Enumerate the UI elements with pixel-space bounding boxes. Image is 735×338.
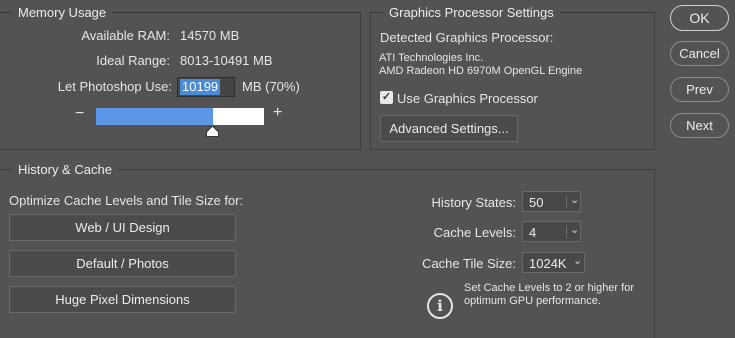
let-photoshop-use-value: 10199 (180, 79, 221, 95)
available-ram-label: Available RAM: (81, 28, 170, 43)
cache-tile-size-dropdown[interactable]: 1024K ⌄ (522, 252, 585, 273)
cache-tile-size-label: Cache Tile Size: (422, 256, 516, 271)
increase-memory-icon[interactable]: + (273, 104, 282, 122)
info-icon: i (427, 293, 453, 319)
gpu-vendor: ATI Technologies Inc. (379, 52, 484, 64)
chevron-down-icon: ⌄ (573, 255, 583, 267)
history-states-value: 50 (529, 195, 544, 210)
detected-gpu-label: Detected Graphics Processor: (380, 30, 554, 45)
memory-slider-handle[interactable] (206, 126, 219, 137)
available-ram-value: 14570 MB (180, 28, 240, 43)
preset-huge-pixel-button[interactable]: Huge Pixel Dimensions (9, 286, 236, 313)
preset-web-ui-button[interactable]: Web / UI Design (9, 214, 236, 241)
memory-usage-legend: Memory Usage (12, 5, 113, 20)
preset-default-photos-button[interactable]: Default / Photos (9, 250, 236, 277)
memory-slider-fill (96, 108, 213, 125)
next-button[interactable]: Next (670, 113, 729, 138)
use-gpu-checkbox[interactable]: ✓ (380, 91, 393, 104)
let-photoshop-use-input[interactable]: 10199 (177, 77, 235, 97)
cancel-button[interactable]: Cancel (670, 41, 729, 66)
chevron-down-icon: ⌄ (570, 194, 580, 206)
let-photoshop-use-label: Let Photoshop Use: (57, 79, 172, 94)
ideal-range-value: 8013-10491 MB (180, 53, 273, 68)
history-states-dropdown[interactable]: 50 ⌄ (522, 191, 581, 212)
use-gpu-label[interactable]: Use Graphics Processor (397, 91, 538, 106)
graphics-processor-legend: Graphics Processor Settings (383, 5, 560, 20)
decrease-memory-icon[interactable]: − (75, 105, 84, 123)
gpu-model: AMD Radeon HD 6970M OpenGL Engine (379, 65, 583, 77)
memory-slider-track (213, 108, 264, 125)
history-cache-legend: History & Cache (12, 162, 118, 177)
gpu-hint-line1: Set Cache Levels to 2 or higher for (464, 282, 634, 294)
ok-button[interactable]: OK (670, 5, 729, 31)
history-states-label: History States: (431, 195, 516, 210)
chevron-down-icon: ⌄ (570, 224, 580, 236)
optimize-label: Optimize Cache Levels and Tile Size for: (9, 193, 244, 208)
gpu-hint-line2: optimum GPU performance. (464, 295, 601, 307)
advanced-settings-button[interactable]: Advanced Settings... (380, 115, 518, 142)
cache-levels-value: 4 (529, 225, 537, 240)
cache-tile-size-value: 1024K (529, 256, 567, 271)
cache-levels-label: Cache Levels: (433, 225, 516, 240)
let-photoshop-use-suffix: MB (70%) (242, 79, 300, 94)
cache-levels-dropdown[interactable]: 4 ⌄ (522, 221, 581, 242)
prev-button[interactable]: Prev (670, 77, 729, 102)
ideal-range-label: Ideal Range: (96, 53, 170, 68)
